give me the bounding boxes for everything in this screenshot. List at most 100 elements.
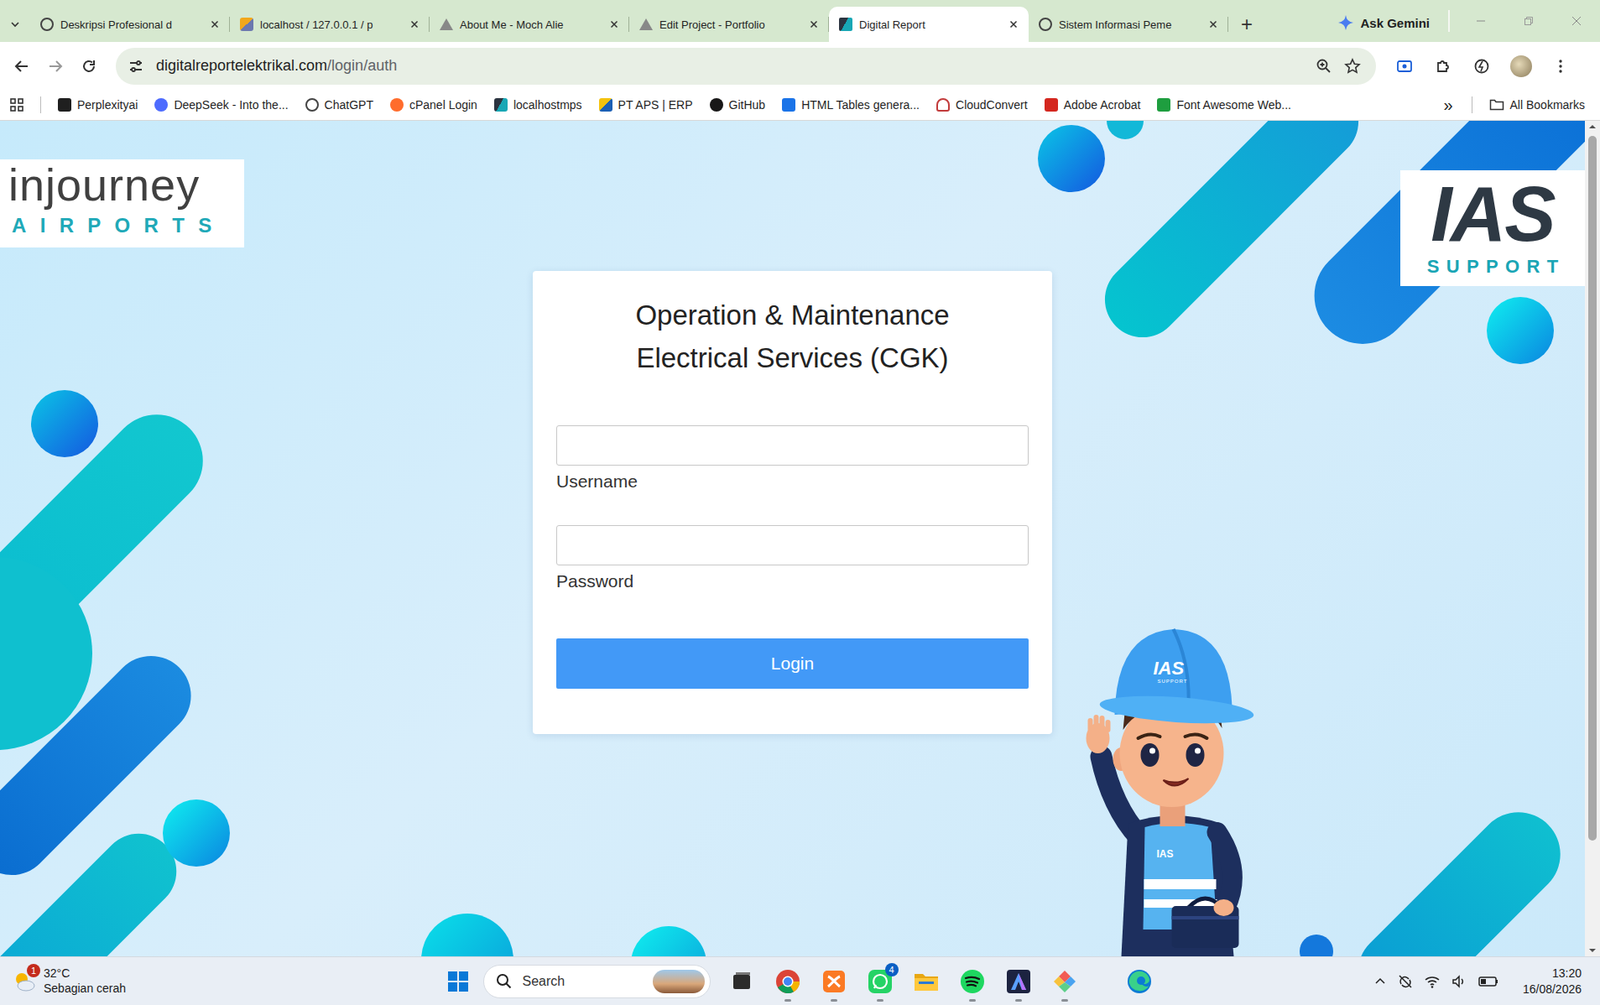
bookmark[interactable]: Font Awesome Web...: [1150, 94, 1298, 115]
taskbar-app[interactable]: [719, 959, 766, 1004]
close-icon[interactable]: [1006, 17, 1021, 32]
menu-button[interactable]: [1543, 49, 1578, 84]
tab[interactable]: Edit Project - Portfolio: [629, 6, 829, 42]
url: digitalreportelektrikal.com/login/auth: [156, 57, 397, 75]
bookmark[interactable]: DeepSeek - Into the...: [147, 94, 295, 115]
arrow-up-icon[interactable]: [1584, 120, 1600, 133]
taskbar-app[interactable]: [903, 959, 950, 1004]
gemini-label: Ask Gemini: [1360, 15, 1430, 31]
taskbar-app[interactable]: [765, 959, 812, 1004]
web-page: injourneyAIRPORTSOperation & Maintenance…: [0, 120, 1600, 957]
taskbar-search[interactable]: Search: [483, 964, 711, 999]
form-field: Password: [556, 525, 1029, 592]
running-indicator: [830, 999, 838, 1002]
close-icon[interactable]: [607, 17, 621, 32]
clock[interactable]: 13:2016/08/2026: [1522, 965, 1582, 996]
bookmark[interactable]: Perplexityai: [51, 94, 145, 115]
favicon-icon: [390, 98, 404, 112]
zoom-icon[interactable]: [1315, 57, 1333, 75]
url-path: /login/auth: [327, 57, 397, 74]
login-button[interactable]: Login: [556, 638, 1029, 689]
scrollbar-thumb[interactable]: [1588, 135, 1597, 841]
bookmark[interactable]: CloudConvert: [929, 94, 1035, 115]
tab[interactable]: Digital Report: [828, 6, 1029, 42]
system-tray: 13:2016/08/2026: [1162, 965, 1600, 996]
background-shape: [31, 390, 99, 458]
separator: [1471, 96, 1473, 114]
taskbar-app[interactable]: [811, 959, 858, 1004]
reload-button[interactable]: [72, 49, 106, 84]
text-input[interactable]: [556, 525, 1029, 566]
text-input[interactable]: [556, 425, 1029, 466]
new-tab-button[interactable]: +: [1228, 6, 1266, 42]
all-bookmarks-button[interactable]: All Bookmarks: [1482, 94, 1592, 115]
forward-button[interactable]: [38, 49, 73, 84]
bookmark-label: Adobe Acrobat: [1063, 98, 1142, 112]
weather-widget[interactable]: 132°CSebagian cerah: [0, 966, 438, 996]
ias-support-logo: IASSUPPORT: [1400, 170, 1585, 287]
bookmark[interactable]: PT APS | ERP: [592, 94, 700, 115]
bookmark[interactable]: ChatGPT: [298, 94, 381, 115]
taskbar-app[interactable]: [1116, 959, 1163, 1004]
star-icon[interactable]: [1344, 57, 1361, 75]
sync-off-icon[interactable]: [1396, 973, 1414, 991]
close-icon[interactable]: [208, 17, 222, 32]
favicon-icon: [599, 98, 613, 112]
bookmarks-bar: PerplexityaiDeepSeek - Into the...ChatGP…: [0, 89, 1600, 121]
taskbar-app[interactable]: [949, 959, 996, 1004]
more-bookmarks-button[interactable]: »: [1434, 95, 1461, 115]
chevron-up-icon[interactable]: [1373, 974, 1387, 989]
maximize-button[interactable]: [1504, 0, 1553, 42]
taskbar-app[interactable]: [1042, 959, 1089, 1004]
more-vertical-icon: [1552, 57, 1569, 75]
performance-button[interactable]: [1464, 49, 1499, 84]
close-icon[interactable]: [807, 17, 821, 32]
bookmark[interactable]: cPanel Login: [383, 94, 485, 115]
bookmark[interactable]: HTML Tables genera...: [775, 94, 927, 115]
tab[interactable]: Sistem Informasi Peme: [1028, 6, 1229, 42]
site-settings-icon[interactable]: [127, 57, 145, 75]
tab-label: About Me - Moch Alie: [459, 18, 601, 32]
bookmark[interactable]: Adobe Acrobat: [1037, 94, 1148, 115]
right-column: IASSUPPORT: [1052, 120, 1585, 287]
url-host: digitalreportelektrikal.com: [156, 57, 328, 74]
windows-icon: [447, 970, 470, 993]
gemini-button[interactable]: Ask Gemini: [1326, 5, 1442, 41]
notification-badge: 1: [26, 964, 41, 978]
scrollbar[interactable]: [1584, 120, 1600, 957]
tab[interactable]: localhost / 127.0.0.1 / p: [229, 6, 430, 42]
address-bar[interactable]: digitalreportelektrikal.com/login/auth: [115, 47, 1376, 85]
speaker-icon[interactable]: [1450, 973, 1468, 991]
favicon-icon: [839, 17, 853, 32]
apps-grid-icon[interactable]: [10, 98, 24, 112]
extensions-button[interactable]: [1426, 49, 1460, 84]
wifi-icon[interactable]: [1423, 973, 1441, 991]
favicon-icon: [305, 98, 319, 112]
bookmark[interactable]: GitHub: [703, 94, 773, 115]
back-button[interactable]: [5, 49, 39, 84]
taskbar-app[interactable]: [995, 959, 1043, 1004]
close-icon[interactable]: [407, 17, 422, 32]
performance-icon: [1473, 57, 1491, 75]
logo-mark: IAS: [1430, 175, 1554, 253]
arrow-down-icon[interactable]: [1584, 944, 1600, 957]
tab[interactable]: Deskripsi Profesional d: [30, 6, 230, 42]
battery-icon[interactable]: [1477, 973, 1500, 991]
mascot-illustration: IASIASSUPPORT: [1071, 612, 1276, 957]
close-icon: [1571, 15, 1582, 27]
tab-list: Deskripsi Profesional dlocalhost / 127.0…: [30, 6, 1229, 42]
close-window-button[interactable]: [1552, 0, 1600, 42]
minimize-button[interactable]: [1456, 0, 1505, 42]
folder-icon: [913, 969, 939, 994]
close-icon[interactable]: [1206, 17, 1220, 32]
login-card: Operation & MaintenanceElectrical Servic…: [532, 271, 1053, 735]
taskbar-app[interactable]: 4: [857, 959, 904, 1004]
start-button[interactable]: [437, 961, 479, 1002]
chrome-icon: [775, 969, 801, 995]
app-icon: [1052, 969, 1078, 995]
cast-button[interactable]: [1387, 49, 1422, 84]
tab-search-button[interactable]: [0, 6, 31, 42]
bookmark[interactable]: localhostmps: [487, 94, 589, 115]
tab[interactable]: About Me - Moch Alie: [429, 6, 630, 42]
profile-avatar[interactable]: [1510, 55, 1533, 78]
